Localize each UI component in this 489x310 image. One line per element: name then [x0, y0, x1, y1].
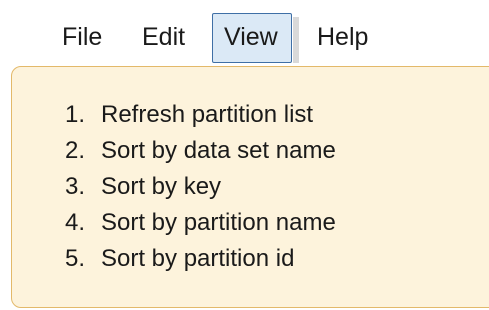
menu-file[interactable]: File	[62, 22, 102, 52]
menu-view-label: View	[224, 23, 278, 51]
option-number: 5.	[65, 245, 86, 272]
option-number: 3.	[65, 173, 86, 200]
option-label: Sort by key	[101, 173, 222, 200]
menu-help[interactable]: Help	[317, 22, 368, 52]
menu-view[interactable]: View	[212, 13, 292, 63]
option-number: 1.	[65, 101, 86, 128]
menu-edit[interactable]: Edit	[142, 22, 185, 52]
menu-bar: File Edit View Help	[0, 0, 489, 66]
option-number: 4.	[65, 209, 86, 236]
option-label: Sort by partition name	[101, 209, 336, 236]
menu-view-shadow	[293, 17, 299, 63]
option-label: Sort by data set name	[101, 137, 336, 164]
option-label: Refresh partition list	[101, 101, 314, 128]
view-dropdown-menu: 1. Refresh partition list 2. Sort by dat…	[11, 66, 489, 308]
option-number: 2.	[65, 137, 86, 164]
option-label: Sort by partition id	[101, 245, 295, 272]
